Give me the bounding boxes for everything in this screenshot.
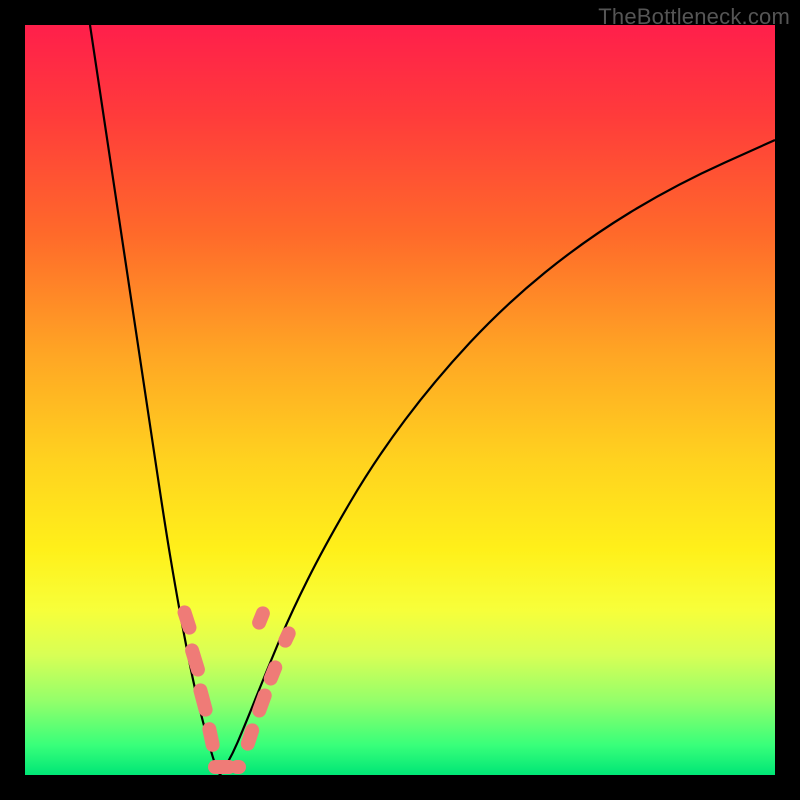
right-branch-curve — [220, 140, 775, 775]
data-marker — [250, 604, 272, 631]
data-marker — [230, 760, 246, 774]
curve-overlay — [25, 25, 775, 775]
data-marker — [239, 722, 261, 753]
data-marker — [176, 604, 199, 637]
marker-layer — [176, 604, 298, 774]
data-marker — [201, 721, 221, 753]
data-marker — [192, 682, 214, 718]
data-marker — [276, 624, 298, 650]
data-marker — [183, 642, 206, 679]
